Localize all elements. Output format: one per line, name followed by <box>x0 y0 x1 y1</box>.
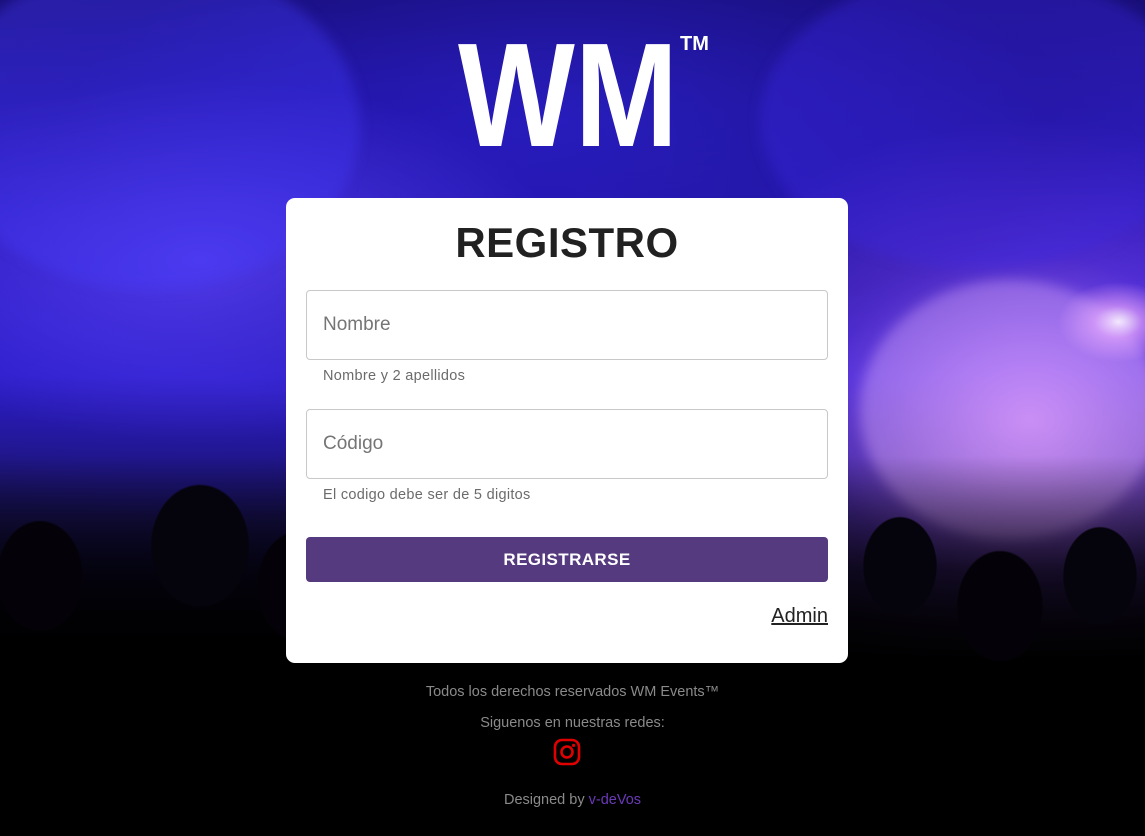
designed-by-label: Designed by <box>503 792 585 808</box>
designed-by: Designed by v-deVos <box>0 792 1145 808</box>
instagram-icon[interactable] <box>553 738 581 766</box>
register-title: REGISTRO <box>455 219 679 266</box>
name-helper-text: Nombre y 2 apellidos <box>323 368 466 384</box>
name-field-group: Nombre y 2 apellidos <box>306 290 828 384</box>
code-helper-text: El codigo debe ser de 5 digitos <box>323 487 531 503</box>
code-field-group: El codigo debe ser de 5 digitos <box>306 409 828 503</box>
logo-text: WM <box>458 32 678 152</box>
copyright-text: Todos los derechos reservados WM Events™ <box>425 684 720 700</box>
register-card: REGISTRO Nombre y 2 apellidos El codigo … <box>286 198 848 663</box>
admin-link[interactable]: Admin <box>771 605 828 628</box>
designer-link[interactable]: v-deVos <box>589 792 641 808</box>
register-button[interactable]: REGISTRARSE <box>306 537 828 582</box>
logo-trademark: TM <box>680 33 709 55</box>
wm-logo: WM TM <box>458 32 718 152</box>
social-text: Siguenos en nuestras redes: <box>480 715 665 731</box>
code-input[interactable] <box>306 409 828 479</box>
name-input[interactable] <box>306 290 828 360</box>
